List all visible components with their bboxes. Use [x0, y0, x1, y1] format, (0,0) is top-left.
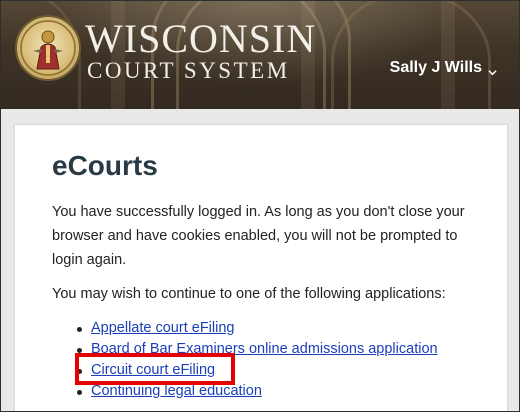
- court-seal-logo[interactable]: [15, 15, 81, 81]
- site-header: WISCONSIN COURT SYSTEM Sally J Wills: [1, 1, 519, 109]
- user-menu[interactable]: Sally J Wills: [390, 59, 497, 77]
- user-name: Sally J Wills: [389, 59, 482, 76]
- page-title: eCourts: [52, 150, 158, 181]
- appellate-efiling-link[interactable]: Appellate court eFiling: [91, 320, 234, 336]
- brand-subtitle: COURT SYSTEM: [87, 58, 290, 83]
- highlight-box: [75, 353, 235, 385]
- browser-frame: WISCONSIN COURT SYSTEM Sally J Wills eCo…: [0, 0, 520, 412]
- cle-link[interactable]: Continuing legal education: [91, 383, 262, 399]
- brand-title: WISCONSIN: [85, 16, 317, 61]
- list-item: Appellate court eFiling: [75, 318, 438, 339]
- apps-intro: You may wish to continue to one of the f…: [52, 286, 446, 302]
- login-message: You have successfully logged in. As long…: [52, 204, 465, 268]
- chevron-down-icon: [488, 64, 497, 75]
